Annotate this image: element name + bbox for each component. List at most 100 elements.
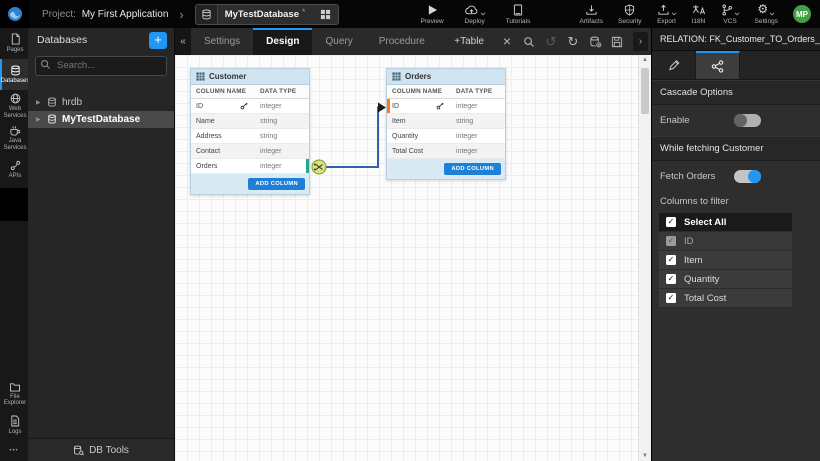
data-type-header: DATA TYPE	[451, 88, 505, 95]
table-customer-header[interactable]: Customer	[191, 69, 309, 85]
vcs-label: VCS	[723, 18, 736, 25]
filter-option-select-all[interactable]: ✓ Select All	[659, 213, 792, 232]
dashboard-grid-icon[interactable]	[313, 9, 338, 20]
table-row[interactable]: Name string	[191, 114, 309, 129]
zoom-search-icon[interactable]	[519, 36, 539, 48]
topbar-actions-right: Artifacts Security Export I18N	[580, 3, 811, 25]
relation-panel-tabs	[652, 51, 820, 80]
column-name: Name	[196, 118, 215, 125]
i18n-button[interactable]: I18N	[692, 3, 706, 25]
preview-button[interactable]: Preview	[421, 3, 444, 25]
enable-toggle[interactable]	[734, 114, 761, 127]
play-icon	[427, 3, 438, 16]
filter-option-quantity[interactable]: ✓ Quantity	[659, 270, 792, 289]
more-options-icon[interactable]: •••	[0, 441, 28, 461]
shield-icon	[624, 3, 635, 16]
db-tools-button[interactable]: DB Tools	[28, 438, 174, 461]
folder-icon	[9, 382, 21, 392]
rail-item-logs[interactable]: Logs	[0, 410, 28, 441]
table-name: Customer	[209, 72, 246, 81]
table-row[interactable]: Quantity integer	[387, 129, 505, 144]
tutorials-label: Tutorials	[506, 18, 531, 25]
top-bar: Project: My First Application › MyTestDa…	[0, 0, 820, 28]
rail-label: Databases	[1, 78, 30, 85]
tab-relation-settings[interactable]	[696, 51, 740, 79]
db-tools-label: DB Tools	[89, 445, 129, 456]
add-column-button[interactable]: ADD COLUMN	[248, 178, 305, 190]
filter-option-label: Total Cost	[684, 293, 726, 304]
tab-settings[interactable]: Settings	[191, 28, 253, 55]
delete-icon[interactable]: ×	[497, 35, 517, 48]
tab-edit-relation[interactable]	[652, 51, 696, 79]
table-row[interactable]: Total Cost integer	[387, 144, 505, 159]
add-table-button[interactable]: +Table	[454, 36, 484, 47]
project-breadcrumb[interactable]: Project: My First Application	[42, 9, 168, 20]
save-icon[interactable]	[607, 36, 627, 48]
search-input[interactable]	[35, 56, 167, 76]
tutorials-button[interactable]: Tutorials	[506, 3, 531, 25]
tab-design[interactable]: Design	[253, 28, 312, 55]
design-toolbar: « Settings Design Query Procedure +Table…	[175, 28, 651, 55]
canvas-scrollbar[interactable]: ▲ ▼	[638, 55, 651, 461]
pages-icon	[10, 33, 21, 45]
collapse-panel-button[interactable]: «	[175, 28, 191, 55]
table-row[interactable]: Item string	[387, 114, 505, 129]
table-orders-header[interactable]: Orders	[387, 69, 505, 85]
language-icon	[692, 3, 706, 16]
checkbox-checked[interactable]: ✓	[666, 217, 676, 227]
tab-query[interactable]: Query	[312, 28, 365, 55]
vcs-button[interactable]: VCS	[721, 3, 740, 25]
scroll-down-icon[interactable]: ▼	[639, 453, 651, 459]
table-icon	[196, 72, 205, 81]
search-icon	[40, 59, 51, 70]
expand-caret-icon[interactable]: ▶	[36, 99, 42, 106]
tab-procedure[interactable]: Procedure	[366, 28, 438, 55]
expand-panel-button[interactable]: ›	[633, 32, 648, 51]
wavemaker-logo-icon[interactable]	[0, 0, 30, 28]
checkbox-checked[interactable]: ✓	[666, 293, 676, 303]
export-button[interactable]: Export	[657, 3, 677, 25]
settings-button[interactable]: ⚙ Settings	[755, 3, 779, 25]
cascade-options-header: Cascade Options	[652, 80, 820, 105]
rail-label: Web Services	[2, 106, 28, 119]
table-row[interactable]: Address string	[191, 129, 309, 144]
filter-option-total-cost[interactable]: ✓ Total Cost	[659, 289, 792, 308]
expand-caret-icon[interactable]: ▶	[36, 116, 42, 123]
scroll-up-icon[interactable]: ▲	[639, 57, 651, 63]
undo-icon[interactable]: ↺	[541, 35, 561, 48]
security-button[interactable]: Security	[618, 3, 641, 25]
checkbox-checked[interactable]: ✓	[666, 274, 676, 284]
filter-option-item[interactable]: ✓ Item	[659, 251, 792, 270]
fetch-orders-toggle[interactable]	[734, 170, 761, 183]
table-row-relation-source[interactable]: Orders integer	[191, 159, 309, 174]
tree-item-mytestdatabase[interactable]: ▶ MyTestDatabase	[28, 111, 174, 128]
scrollbar-thumb[interactable]	[641, 68, 649, 114]
tree-item-hrdb[interactable]: ▶ hrdb	[28, 94, 174, 111]
redo-icon[interactable]: ↻	[563, 35, 583, 48]
column-type: string	[255, 118, 309, 125]
rail-item-pages[interactable]: Pages	[0, 28, 28, 59]
rail-item-file-explorer[interactable]: File Explorer	[0, 379, 28, 410]
document-tab-mytestdatabase[interactable]: MyTestDatabase *	[195, 4, 339, 25]
table-row[interactable]: Contact integer	[191, 144, 309, 159]
schema-canvas[interactable]: Customer COLUMN NAME DATA TYPE ID intege…	[175, 55, 651, 461]
databases-icon	[10, 65, 21, 76]
checkbox-checked[interactable]: ✓	[666, 255, 676, 265]
table-row[interactable]: ID integer	[191, 99, 309, 114]
rail-item-databases[interactable]: Databases	[0, 59, 28, 90]
rail-item-apis[interactable]: APIs	[0, 154, 28, 185]
table-customer[interactable]: Customer COLUMN NAME DATA TYPE ID intege…	[190, 68, 310, 195]
rail-item-java-services[interactable]: Java Services	[0, 122, 28, 154]
rail-item-web-services[interactable]: Web Services	[0, 90, 28, 122]
add-database-button[interactable]: +	[149, 32, 167, 49]
column-name: Address	[196, 133, 222, 140]
add-column-button[interactable]: ADD COLUMN	[444, 163, 501, 175]
table-row-relation-target[interactable]: ID integer	[387, 99, 505, 114]
db-update-icon[interactable]	[585, 36, 605, 48]
table-orders[interactable]: Orders COLUMN NAME DATA TYPE ID integer …	[386, 68, 506, 180]
app-window: Project: My First Application › MyTestDa…	[0, 0, 820, 461]
artifacts-button[interactable]: Artifacts	[580, 3, 603, 25]
col-name-header: COLUMN NAME	[191, 88, 255, 95]
deploy-button[interactable]: Deploy	[464, 3, 486, 25]
user-avatar[interactable]: MP	[793, 5, 811, 23]
